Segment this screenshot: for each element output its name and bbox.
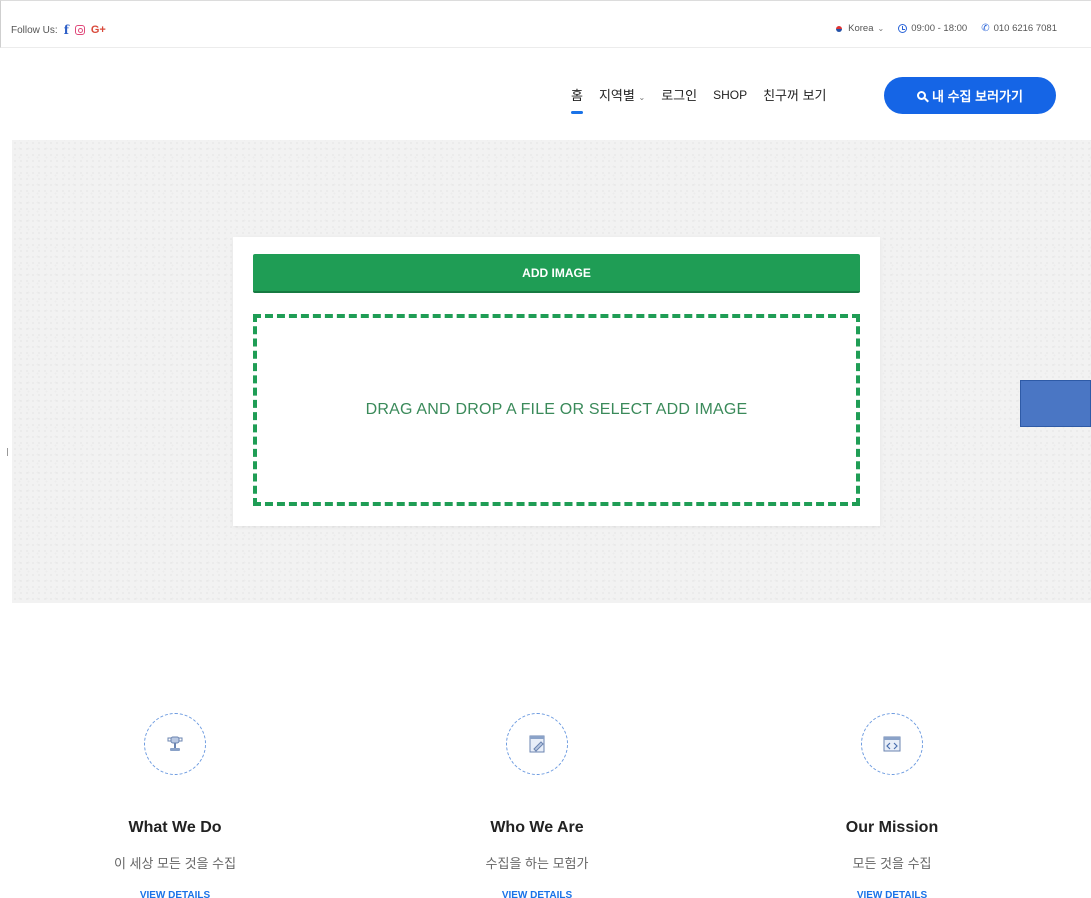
top-info: Korea ⌄ 09:00 - 18:00 ✆ 010 6216 7081: [834, 23, 1057, 34]
phone-text: 010 6216 7081: [993, 23, 1057, 34]
view-details-link[interactable]: VIEW DETAILS: [427, 890, 647, 898]
korea-flag-icon: [834, 25, 844, 33]
search-icon: [917, 91, 927, 100]
code-window-icon: [861, 713, 923, 775]
feature-subtitle: 모든 것을 수집: [852, 856, 932, 871]
phone-icon: ✆: [981, 23, 990, 34]
top-bar: Follow Us: f G+ Korea ⌄ 09:00 - 18:00 ✆ …: [0, 0, 1091, 48]
feature-title: What We Do: [128, 819, 222, 836]
drop-zone-text: DRAG AND DROP A FILE OR SELECT ADD IMAGE: [365, 401, 748, 418]
clock-icon: [898, 24, 908, 33]
view-details-link[interactable]: VIEW DETAILS: [65, 890, 285, 898]
follow-us-label: Follow Us:: [11, 24, 58, 36]
language-selector[interactable]: Korea ⌄: [834, 23, 884, 34]
feature-title: Who We Are: [490, 819, 584, 836]
feature-subtitle: 이 세상 모든 것을 수집: [113, 856, 237, 871]
business-hours: 09:00 - 18:00: [898, 23, 967, 34]
nav-region[interactable]: 지역별 ⌄: [599, 85, 645, 108]
facebook-icon[interactable]: f: [64, 23, 69, 37]
nav-friends[interactable]: 친구꺼 보기: [763, 85, 826, 108]
add-image-button[interactable]: ADD IMAGE: [253, 254, 860, 293]
nav-home[interactable]: 홈: [571, 85, 583, 114]
view-details-link[interactable]: VIEW DETAILS: [782, 890, 1002, 898]
feature-who-we-are: Who We Are 수집을 하는 모험가 VIEW DETAILS: [427, 713, 647, 898]
my-collection-label: 내 수집 보러가기: [932, 89, 1023, 104]
phone-number[interactable]: ✆ 010 6216 7081: [981, 23, 1057, 34]
edge-mark: [0, 448, 8, 456]
drop-zone[interactable]: DRAG AND DROP A FILE OR SELECT ADD IMAGE: [253, 314, 860, 506]
language-label: Korea: [848, 23, 874, 34]
instagram-icon[interactable]: [74, 25, 85, 35]
google-plus-icon[interactable]: G+: [91, 24, 106, 36]
side-blue-box: [1020, 380, 1091, 427]
nav-region-label: 지역별: [598, 88, 635, 103]
hours-text: 09:00 - 18:00: [911, 23, 968, 34]
trophy-icon: [144, 713, 206, 775]
feature-title: Our Mission: [845, 819, 939, 836]
nav-shop[interactable]: SHOP: [713, 88, 747, 106]
edit-document-icon: [506, 713, 568, 775]
my-collection-button[interactable]: 내 수집 보러가기: [884, 77, 1056, 114]
feature-our-mission: Our Mission 모든 것을 수집 VIEW DETAILS: [782, 713, 1002, 898]
nav-login[interactable]: 로그인: [661, 85, 697, 108]
follow-us: Follow Us: f G+: [11, 23, 106, 37]
feature-subtitle: 수집을 하는 모험가: [485, 856, 589, 871]
chevron-down-icon: ⌄: [638, 93, 646, 102]
main-nav: 홈 지역별 ⌄ 로그인 SHOP 친구꺼 보기: [571, 85, 827, 114]
feature-what-we-do: What We Do 이 세상 모든 것을 수집 VIEW DETAILS: [65, 713, 285, 898]
chevron-down-icon: ⌄: [877, 24, 885, 33]
